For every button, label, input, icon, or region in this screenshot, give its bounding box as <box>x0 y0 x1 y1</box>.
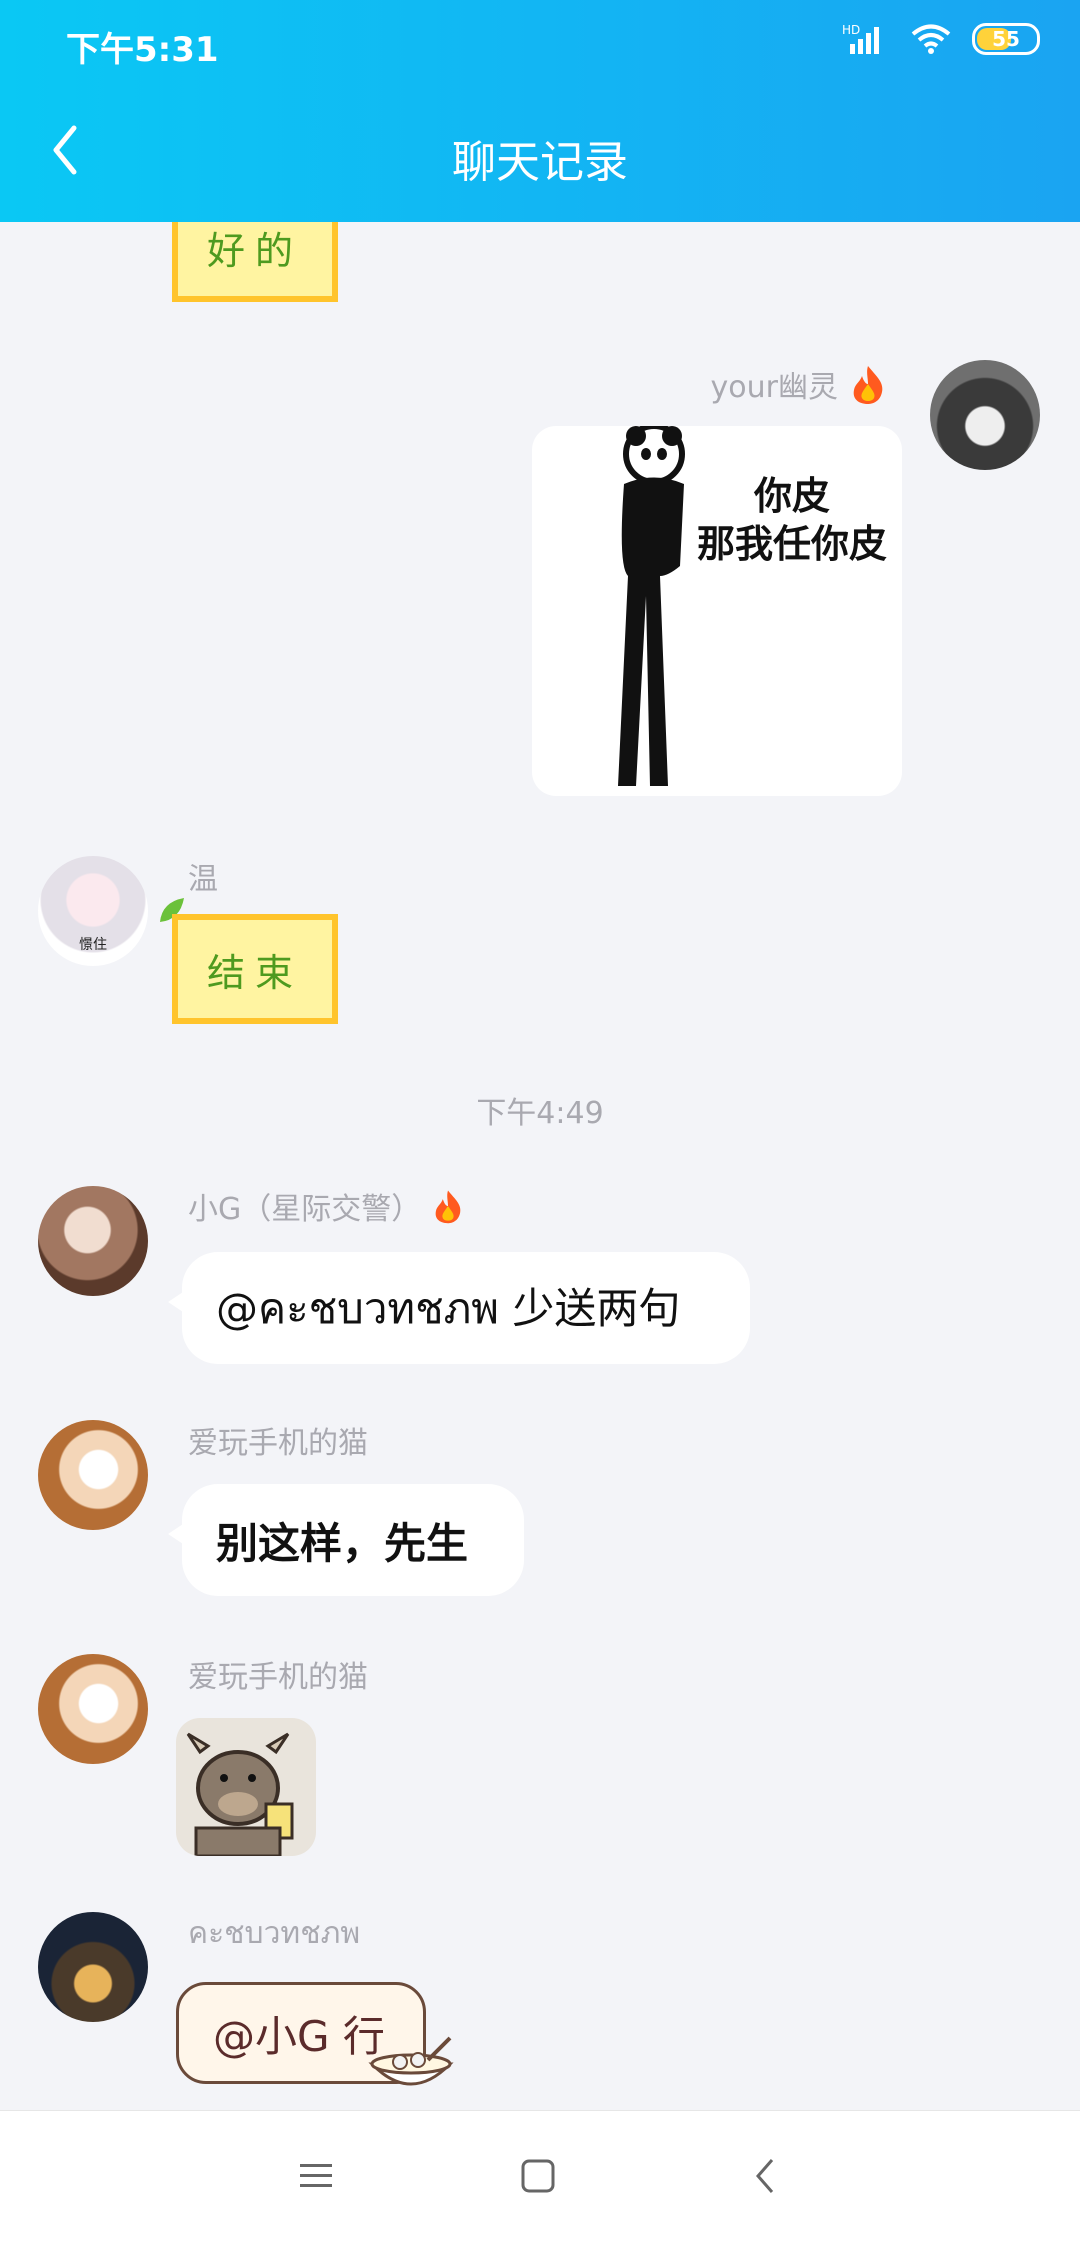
menu-icon[interactable] <box>296 2156 336 2196</box>
bowl-decoration-icon <box>368 2036 454 2086</box>
battery-icon: 55 <box>972 23 1040 55</box>
sticker-message[interactable]: 你皮 那我任你皮 <box>532 426 902 796</box>
signal-icon: HD <box>842 23 879 54</box>
sender-name: 小G（星际交警） <box>188 1184 467 1228</box>
avatar[interactable] <box>38 1420 148 1530</box>
header-bar: 下午5:31 HD 55 聊天记录 <box>0 0 1080 222</box>
back-icon[interactable] <box>746 2156 786 2196</box>
sticker-message[interactable]: 结束 <box>172 914 338 1024</box>
avatar-caption: 憬住 <box>79 937 107 953</box>
fire-badge-icon <box>435 1190 461 1224</box>
network-type-label: HD <box>842 23 860 37</box>
fire-badge-icon <box>853 366 883 404</box>
message-text: 别这样，先生 <box>216 1518 469 1568</box>
home-icon[interactable] <box>518 2156 558 2196</box>
avatar[interactable] <box>38 1186 148 1296</box>
message-text: @คะชบวทชภพ 少送两句 <box>216 1283 681 1333</box>
avatar[interactable]: 憬住 <box>38 856 148 966</box>
status-time: 下午5:31 <box>66 30 219 70</box>
message-text: @小G 行 <box>213 2011 385 2061</box>
sticker-message[interactable]: 好的 <box>172 222 338 302</box>
sticker-text: 结束 <box>206 950 303 995</box>
sender-name: คะชบวทชภพ <box>188 1916 361 1951</box>
avatar[interactable] <box>930 360 1040 470</box>
wifi-icon <box>911 24 951 54</box>
system-nav-bar <box>0 2110 1080 2245</box>
sticker-text: 好的 <box>206 228 303 273</box>
sender-name: 爱玩手机的猫 <box>188 1660 368 1695</box>
sender-name: your幽灵 <box>711 362 890 406</box>
text-message-bubble[interactable]: @คะชบวทชภพ 少送两句 <box>168 1252 750 1364</box>
sender-name: 爱玩手机的猫 <box>188 1426 368 1461</box>
sender-name: 温 <box>188 862 218 897</box>
avatar[interactable] <box>38 1912 148 2022</box>
battery-level: 55 <box>992 27 1020 51</box>
cow-sticker-image <box>186 1732 294 1856</box>
time-separator: 下午4:49 <box>476 1096 604 1131</box>
page-title: 聊天记录 <box>452 137 628 188</box>
text-message-bubble[interactable]: 别这样，先生 <box>168 1484 524 1596</box>
sticker-caption: 你皮 那我任你皮 <box>696 474 887 566</box>
status-icons: HD 55 <box>842 22 1040 56</box>
chat-history-list[interactable]: 好的 your幽灵 你皮 那我任你皮 憬住 温 结束 下午4:49 小G（星际交… <box>0 222 1080 2110</box>
sticker-message[interactable] <box>176 1718 316 1856</box>
avatar[interactable] <box>38 1654 148 1764</box>
